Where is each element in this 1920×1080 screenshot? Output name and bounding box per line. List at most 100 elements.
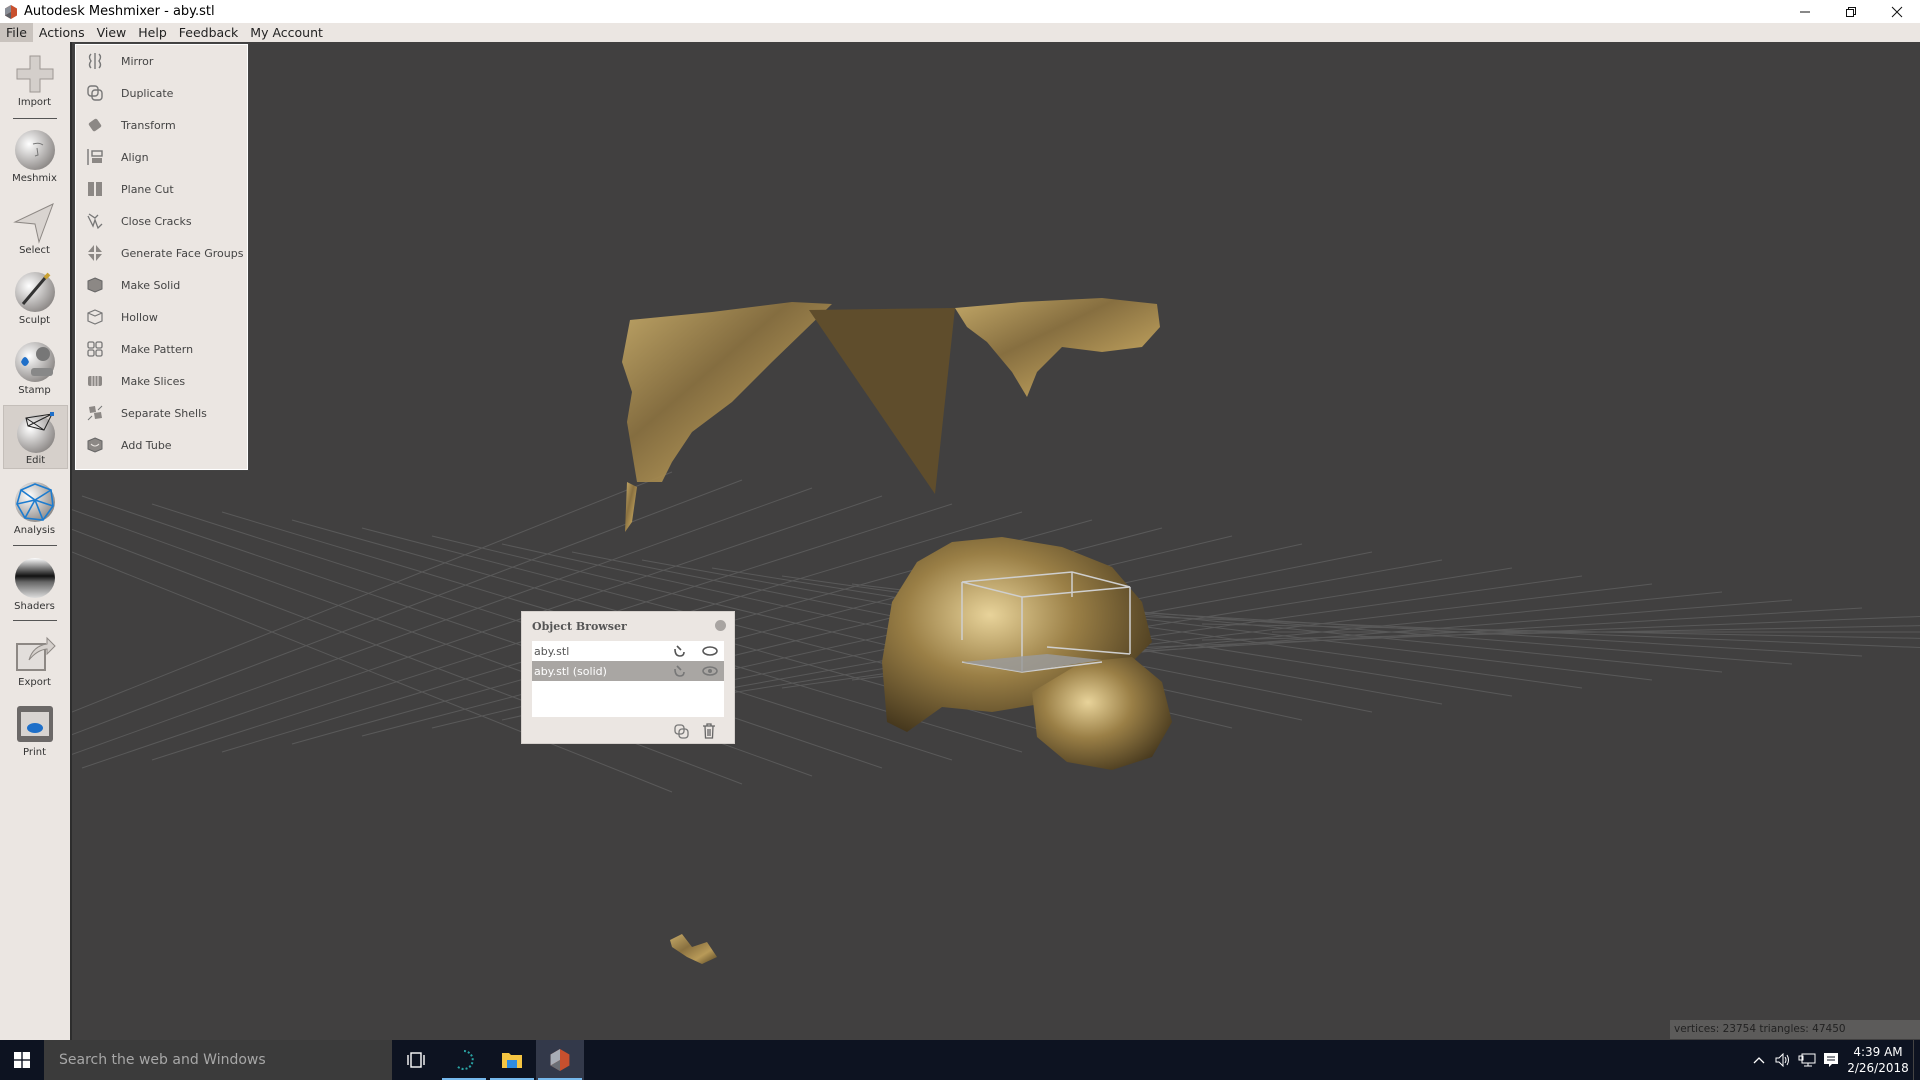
taskbar-app-swirl[interactable]: [440, 1040, 488, 1080]
menu-item-make-slices[interactable]: Make Slices: [76, 365, 247, 397]
tool-label: Edit: [25, 455, 46, 466]
make-pattern-icon: [87, 341, 103, 357]
show-desktop-button[interactable]: [1913, 1040, 1920, 1080]
stamp-icon: [14, 342, 55, 382]
tool-meshmix[interactable]: Meshmix: [3, 128, 66, 184]
menu-item-mirror[interactable]: Mirror: [76, 45, 247, 77]
menu-item-make-solid[interactable]: Make Solid: [76, 269, 247, 301]
tool-label: Import: [17, 97, 52, 108]
make-slices-icon: [88, 376, 102, 386]
tool-label: Sculpt: [18, 315, 51, 326]
taskbar-clock[interactable]: 4:39 AM 2/26/2018: [1843, 1044, 1913, 1076]
object-row-selected[interactable]: aby.stl (solid): [532, 661, 724, 681]
eye-icon[interactable]: [702, 645, 718, 657]
notification-icon: [1824, 1053, 1838, 1067]
menu-item-label: Transform: [121, 118, 176, 132]
tool-shaders[interactable]: Shaders: [3, 556, 66, 612]
tool-label: Export: [18, 677, 51, 688]
trash-icon[interactable]: [702, 723, 716, 739]
menu-item-plane-cut[interactable]: Plane Cut: [76, 173, 247, 205]
tool-export[interactable]: Export: [3, 632, 66, 688]
file-explorer-icon: [502, 1053, 522, 1068]
menu-item-label: Make Slices: [121, 374, 186, 388]
menu-feedback[interactable]: Feedback: [173, 23, 245, 42]
tool-edit[interactable]: Edit: [3, 405, 68, 469]
menu-item-generate-face-groups[interactable]: Generate Face Groups: [76, 237, 247, 269]
menu-bar: File Actions View Help Feedback My Accou…: [0, 23, 1920, 42]
meshmixer-icon: [550, 1049, 570, 1071]
menu-item-duplicate[interactable]: Duplicate: [76, 77, 247, 109]
menu-item-add-tube[interactable]: Add Tube: [76, 429, 247, 461]
make-solid-icon: [87, 277, 103, 293]
menu-item-label: Make Pattern: [121, 342, 194, 356]
tool-import[interactable]: Import: [3, 52, 66, 108]
taskbar-search-box[interactable]: Search the web and Windows: [44, 1040, 392, 1080]
menu-item-make-pattern[interactable]: Make Pattern: [76, 333, 247, 365]
menu-item-label: Close Cracks: [121, 214, 192, 228]
task-view-button[interactable]: [392, 1040, 440, 1080]
tool-sidebar: Import Meshmix Select Sculpt Stamp Edit …: [0, 42, 72, 1040]
magnet-icon[interactable]: [672, 644, 686, 658]
close-panel-button[interactable]: [715, 620, 726, 631]
menu-item-label: Separate Shells: [121, 406, 207, 420]
menu-help[interactable]: Help: [132, 23, 173, 42]
tool-stamp[interactable]: Stamp: [3, 340, 66, 396]
printer-icon: [16, 706, 53, 742]
eye-icon[interactable]: [702, 665, 718, 677]
taskbar-meshmixer[interactable]: [536, 1040, 584, 1080]
tool-label: Analysis: [13, 525, 56, 536]
duplicate-object-icon[interactable]: [674, 724, 689, 739]
scene-canvas: [72, 298, 1920, 964]
chevron-up-icon: [1753, 1057, 1765, 1064]
edit-menu: Mirror Duplicate Transform Align Plane C…: [75, 44, 248, 470]
menu-item-close-cracks[interactable]: Close Cracks: [76, 205, 247, 237]
mesh-fragment-left: [622, 302, 832, 482]
mesh-sphere-icon: [16, 412, 55, 453]
speaker-icon: [1775, 1053, 1789, 1067]
divider: [13, 620, 57, 621]
minimize-button[interactable]: [1782, 0, 1828, 23]
face-sphere-icon: [14, 130, 55, 170]
tool-analysis[interactable]: Analysis: [3, 480, 66, 536]
action-center-button[interactable]: [1819, 1040, 1843, 1080]
mesh-fragment-small: [670, 934, 717, 964]
3d-viewport[interactable]: [72, 42, 1920, 1040]
minimize-icon: [1800, 11, 1810, 12]
transform-icon: [88, 118, 102, 132]
app-swirl-icon: [456, 1050, 474, 1070]
start-button[interactable]: [0, 1040, 44, 1080]
menu-item-label: Hollow: [121, 310, 158, 324]
tool-select[interactable]: Select: [3, 200, 66, 256]
menu-my-account[interactable]: My Account: [244, 23, 329, 42]
divider: [13, 118, 57, 119]
tool-print[interactable]: Print: [3, 702, 66, 758]
close-cracks-icon: [87, 213, 103, 230]
menu-item-label: Generate Face Groups: [121, 246, 244, 260]
menu-view[interactable]: View: [91, 23, 133, 42]
object-row[interactable]: aby.stl: [532, 641, 724, 661]
taskbar-file-explorer[interactable]: [488, 1040, 536, 1080]
menu-item-align[interactable]: Align: [76, 141, 247, 173]
close-icon: [1891, 6, 1903, 17]
object-browser-panel: Object Browser aby.stl aby.stl (solid): [521, 611, 735, 744]
system-tray: 4:39 AM 2/26/2018: [1747, 1040, 1920, 1080]
close-button[interactable]: [1874, 0, 1920, 23]
tool-label: Meshmix: [12, 173, 57, 184]
menu-item-separate-shells[interactable]: Separate Shells: [76, 397, 247, 429]
menu-actions[interactable]: Actions: [33, 23, 91, 42]
magnet-icon[interactable]: [672, 664, 686, 678]
menu-item-hollow[interactable]: Hollow: [76, 301, 247, 333]
object-list: aby.stl aby.stl (solid): [532, 641, 724, 717]
restore-button[interactable]: [1828, 0, 1874, 23]
network-button[interactable]: [1795, 1040, 1819, 1080]
divider: [13, 545, 57, 546]
menu-item-transform[interactable]: Transform: [76, 109, 247, 141]
analysis-mesh-icon: [14, 482, 55, 522]
volume-button[interactable]: [1771, 1040, 1795, 1080]
tool-sculpt[interactable]: Sculpt: [3, 270, 66, 326]
task-view-icon: [407, 1052, 425, 1068]
show-hidden-icons-button[interactable]: [1747, 1040, 1771, 1080]
title-bar: Autodesk Meshmixer - aby.stl: [0, 0, 1920, 23]
menu-file[interactable]: File: [0, 23, 33, 42]
object-name: aby.stl (solid): [534, 664, 607, 678]
